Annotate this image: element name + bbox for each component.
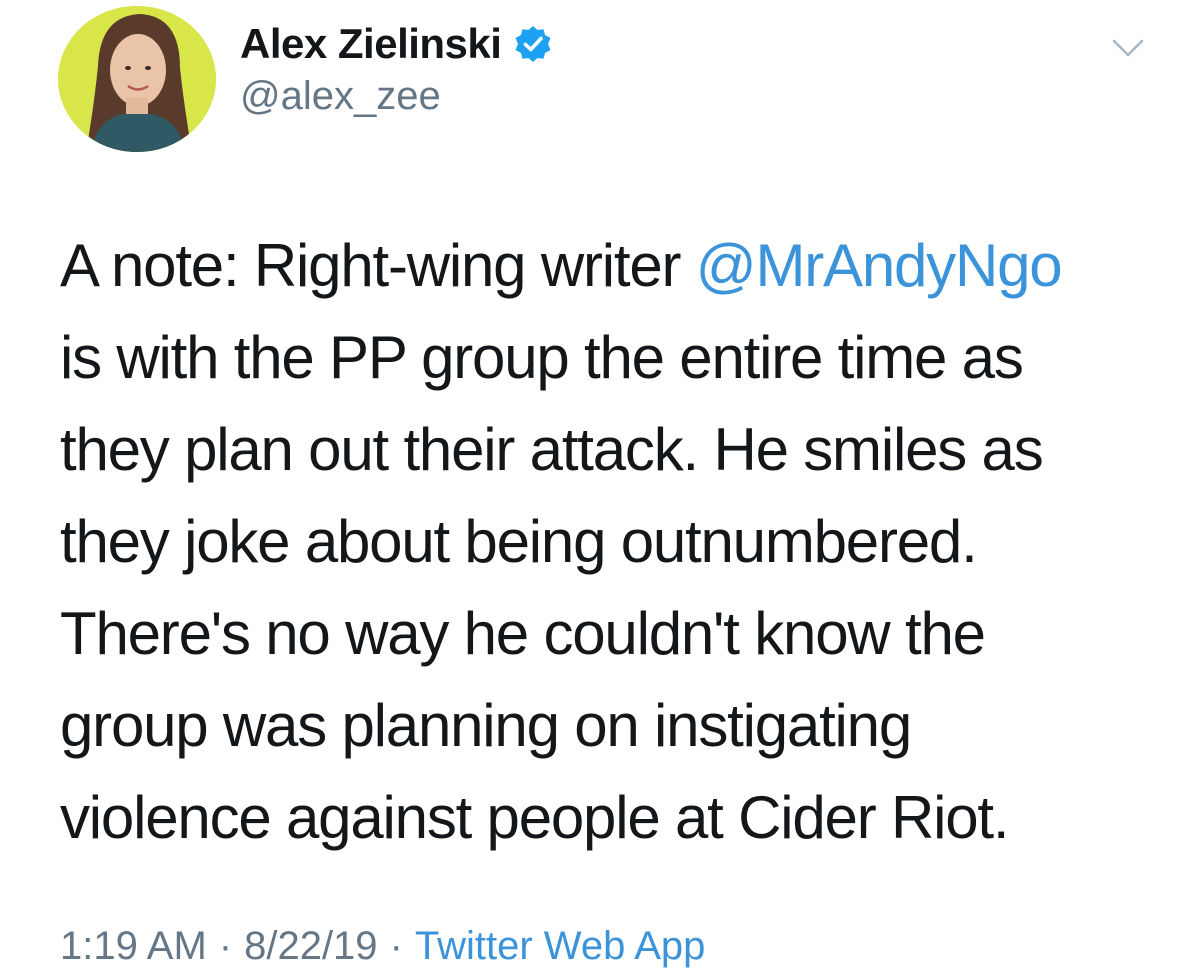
meta-separator: · [218,924,233,968]
source-link[interactable]: Twitter Web App [415,924,706,969]
tweet-time[interactable]: 1:19 AM [60,924,207,969]
tweet-line: A note: Right-wing writer @MrAndyNgo [60,220,1170,312]
mention-link[interactable]: @MrAndyNgo [696,232,1063,299]
tweet-metadata: 1:19 AM · 8/22/19 · Twitter Web App [60,924,705,969]
tweet-line: they plan out their attack. He smiles as [60,416,1044,483]
avatar[interactable] [58,6,216,152]
tweet-line: is with the PP group the entire time as [60,324,1024,391]
tweet-date[interactable]: 8/22/19 [244,924,377,969]
chevron-down-icon[interactable] [1110,36,1146,60]
display-name[interactable]: Alex Zielinski [240,20,502,68]
avatar-photo [58,6,216,152]
tweet-text: A note: Right-wing writer @MrAndyNgo is … [60,220,1170,864]
meta-separator: · [389,924,403,968]
tweet-line: violence against people at Cider Riot. [60,784,1010,851]
tweet-line: There's no way he couldn't know the [60,600,986,667]
tweet-text-segment: A note: Right-wing writer [60,232,696,299]
tweet-line: group was planning on instigating [60,692,912,759]
verified-badge-icon [513,24,553,64]
tweet-line: they joke about being outnumbered. [60,508,978,575]
user-handle[interactable]: @alex_zee [240,74,441,119]
name-row: Alex Zielinski [240,18,553,70]
tweet-card: Alex Zielinski @alex_zee A note: Right-w… [0,0,1200,977]
